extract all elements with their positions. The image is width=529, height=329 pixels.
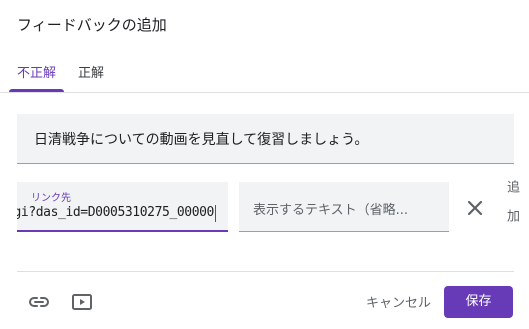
add-link-button[interactable]: 追加 — [504, 180, 519, 238]
tab-bar: 不正解 正解 — [0, 52, 529, 93]
active-tab-indicator — [9, 89, 64, 92]
feedback-text: 日清戦争についての動画を見直して復習しましょう。 — [34, 132, 369, 148]
insert-link-button[interactable] — [27, 290, 51, 314]
link-url-label: リンク先 — [31, 193, 71, 204]
link-url-field[interactable]: リンク先 https://www2.nhk.or.jp/school/movie… — [17, 182, 228, 232]
tab-incorrect[interactable]: 不正解 — [17, 62, 56, 81]
link-url-value[interactable]: https://www2.nhk.or.jp/school/movie/clip… — [17, 205, 214, 220]
feedback-text-field[interactable]: 日清戦争についての動画を見直して復習しましょう。 — [17, 114, 514, 164]
text-cursor — [215, 205, 216, 222]
remove-link-button[interactable] — [463, 196, 487, 220]
dialog-title: フィードバックの追加 — [17, 16, 167, 34]
tab-correct[interactable]: 正解 — [78, 62, 104, 81]
insert-video-button[interactable] — [70, 290, 94, 314]
footer-divider — [17, 271, 514, 272]
display-text-field[interactable]: 表示するテキスト（省略... — [239, 182, 449, 232]
video-icon — [72, 294, 92, 310]
cancel-button[interactable]: キャンセル — [366, 292, 431, 311]
close-icon — [467, 200, 483, 216]
link-icon — [29, 297, 49, 307]
display-text-placeholder: 表示するテキスト（省略... — [253, 203, 409, 218]
save-button[interactable]: 保存 — [444, 286, 513, 318]
